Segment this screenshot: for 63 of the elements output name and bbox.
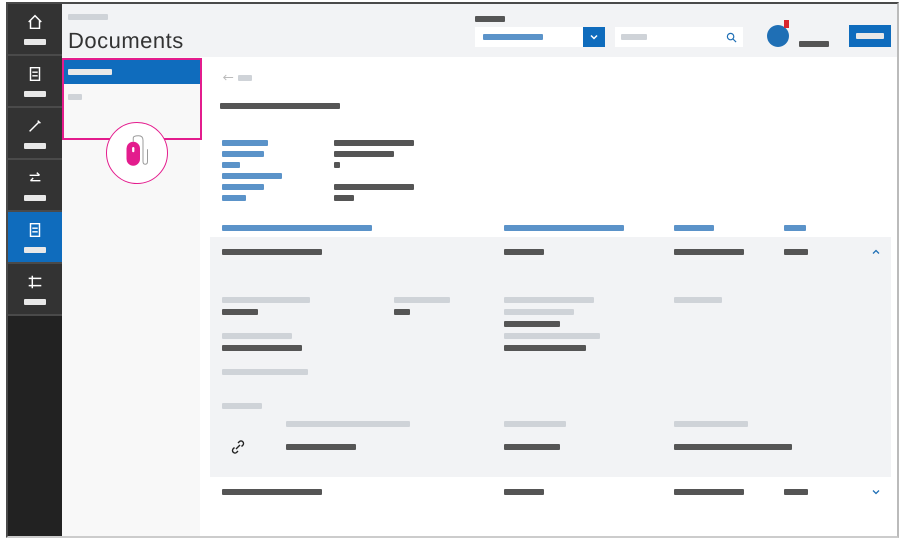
illegible-text — [483, 34, 543, 40]
avatar[interactable] — [767, 25, 789, 47]
illegible-text — [222, 173, 282, 179]
illegible-text — [24, 39, 46, 45]
illegible-text — [334, 195, 354, 201]
illegible-text — [504, 489, 544, 495]
pen-icon — [26, 117, 44, 135]
illegible-text — [784, 489, 808, 495]
illegible-text — [674, 225, 714, 231]
back-arrow-icon — [222, 73, 234, 82]
illegible-text — [784, 249, 808, 255]
illegible-text — [334, 151, 394, 157]
page-title: Documents — [68, 28, 184, 54]
illegible-text — [222, 195, 246, 201]
illegible-text — [856, 33, 884, 39]
illegible-text — [24, 91, 46, 97]
illegible-text — [24, 299, 46, 305]
table-row[interactable] — [210, 237, 891, 477]
illegible-text — [394, 309, 410, 315]
illegible-text — [504, 321, 560, 327]
illegible-text — [238, 74, 252, 80]
illegible-text — [674, 249, 744, 255]
chevron-down-icon — [589, 32, 599, 42]
illegible-text — [621, 34, 647, 40]
illegible-text — [394, 297, 450, 303]
nav-item[interactable] — [8, 264, 62, 316]
link-icon[interactable] — [230, 439, 246, 455]
illegible-text — [674, 489, 744, 495]
submenu-item[interactable] — [62, 59, 200, 84]
illegible-text — [222, 333, 292, 339]
illegible-text — [222, 151, 264, 157]
illegible-text — [222, 184, 264, 190]
illegible-text — [504, 249, 544, 255]
illegible-text — [286, 444, 356, 450]
illegible-text — [504, 309, 574, 315]
illegible-text — [68, 68, 112, 74]
illegible-text — [24, 247, 46, 253]
illegible-text — [504, 444, 560, 450]
illegible-text — [24, 143, 46, 149]
illegible-text — [222, 309, 258, 315]
nav-item[interactable] — [8, 4, 62, 56]
nav-item[interactable] — [8, 160, 62, 212]
illegible-text — [674, 297, 722, 303]
dropdown[interactable] — [475, 27, 605, 47]
nav-item[interactable] — [8, 212, 62, 264]
illegible-text — [68, 14, 108, 20]
illegible-text — [68, 94, 82, 100]
search-field[interactable] — [615, 27, 743, 47]
nav-item[interactable] — [8, 108, 62, 160]
nav-item[interactable] — [8, 56, 62, 108]
illegible-text — [784, 225, 806, 231]
illegible-text — [222, 162, 240, 168]
chevron-down-icon[interactable] — [871, 487, 881, 497]
illegible-text — [799, 41, 829, 47]
home-icon — [26, 13, 44, 31]
illegible-text — [24, 195, 46, 201]
illegible-text — [334, 162, 340, 168]
illegible-text — [222, 140, 268, 146]
search-icon — [726, 32, 737, 42]
header-button[interactable] — [849, 25, 891, 47]
illegible-text — [222, 403, 262, 409]
illegible-text — [475, 16, 505, 22]
illegible-text — [504, 421, 566, 427]
